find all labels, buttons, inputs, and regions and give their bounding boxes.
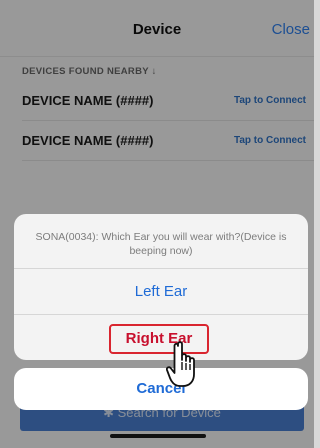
divider bbox=[14, 268, 308, 269]
left-ear-option[interactable]: Left Ear bbox=[14, 283, 308, 300]
cancel-button[interactable]: Cancel bbox=[14, 368, 308, 410]
ear-selection-sheet: SONA(0034): Which Ear you will wear with… bbox=[14, 214, 308, 360]
pointing-hand-icon bbox=[166, 341, 195, 387]
divider bbox=[14, 314, 308, 315]
home-indicator bbox=[110, 434, 206, 438]
sheet-message: SONA(0034): Which Ear you will wear with… bbox=[35, 231, 287, 257]
